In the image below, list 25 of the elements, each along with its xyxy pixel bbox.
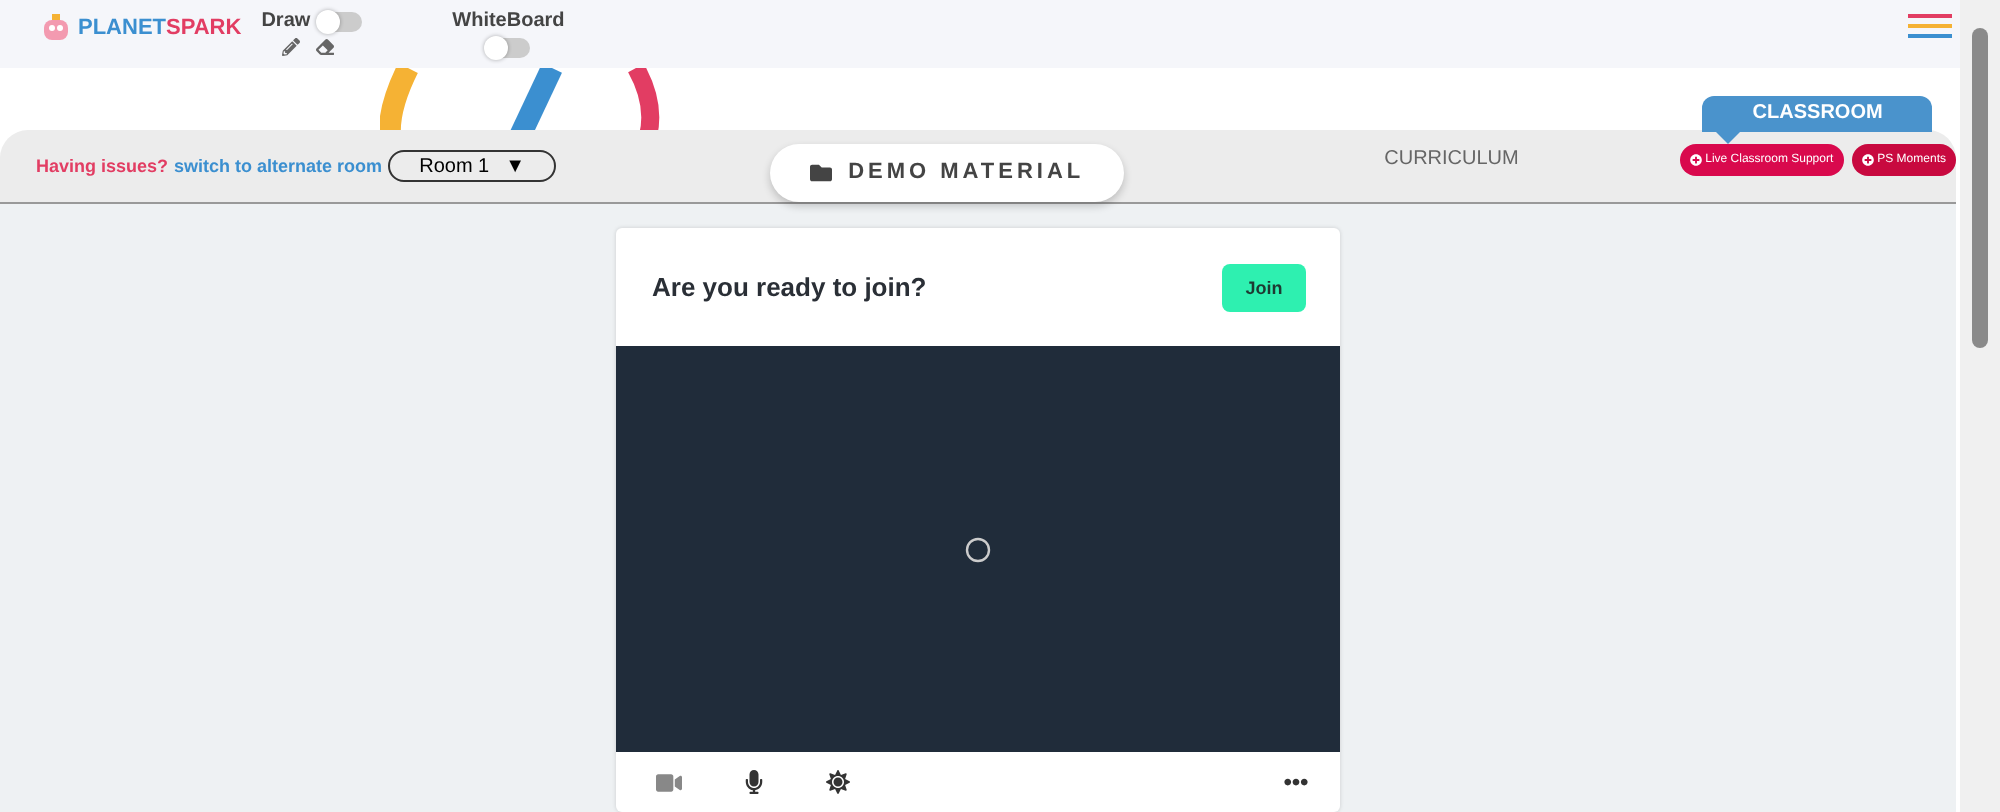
switch-room-link[interactable]: switch to alternate room [174,156,383,177]
draw-label: Draw [261,10,311,32]
pointer-icon [1715,132,1740,145]
scrollbar[interactable] [1960,0,2000,812]
brightness-icon[interactable] [826,770,850,794]
pencil-icon[interactable] [281,38,300,56]
folder-icon [810,161,833,184]
whiteboard-label: WhiteBoard [452,10,565,32]
eraser-icon[interactable] [315,38,334,56]
logo-text: PLANETSPARK [78,16,242,40]
draw-toggle[interactable] [318,11,363,31]
camera-icon[interactable] [656,769,682,795]
microphone-icon[interactable] [742,770,766,794]
issue-text: Having issues? [36,156,169,177]
join-button[interactable]: Join [1222,263,1306,311]
whiteboard-toggle[interactable] [486,38,531,58]
plus-icon [1689,154,1702,167]
spinner-icon [964,535,992,563]
card-title: Are you ready to join? [652,272,927,302]
menu-icon[interactable] [1908,14,1952,38]
mascot-icon [40,12,72,44]
room-select[interactable]: Room 1 ▼ [388,150,557,183]
tab[interactable]: DEMO MATERIAL [770,143,1125,202]
tab[interactable]: CURRICULUM [1384,147,1519,170]
plus-icon [1861,154,1874,167]
